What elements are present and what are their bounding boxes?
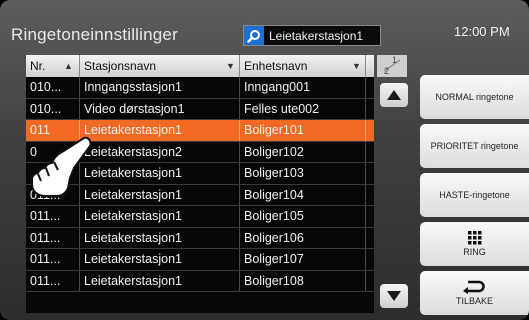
sort-desc-icon: ▼ xyxy=(226,61,235,71)
table-row[interactable]: 010... Video dørstasjon1 Felles ute002 xyxy=(26,98,374,120)
search-field[interactable]: Leietakerstasjon1 xyxy=(243,25,381,46)
clock: 12:00 PM xyxy=(454,24,510,39)
table-row[interactable]: 010... Inngangsstasjon1 Inngang001 xyxy=(26,77,374,99)
normal-ringtone-button[interactable]: NORMAL ringetone xyxy=(420,75,529,119)
scroll-up-button[interactable] xyxy=(380,83,408,107)
column-header-station[interactable]: Stasjonsnavn ▼ xyxy=(80,55,240,77)
column-header-unit[interactable]: Enhetsnavn ▼ xyxy=(240,55,366,77)
page-title: Ringetoneinnstillinger xyxy=(11,25,178,44)
sort-asc-icon: ▲ xyxy=(64,61,73,71)
search-value: Leietakerstasjon1 xyxy=(269,28,364,43)
sort-desc-icon: ▼ xyxy=(352,61,361,71)
magnifier-icon[interactable] xyxy=(244,26,264,45)
urgent-ringtone-button[interactable]: HASTE-ringetone xyxy=(420,173,529,217)
device-screen: Ringetoneinnstillinger Leietakerstasjon1… xyxy=(0,0,529,320)
pointing-hand-icon xyxy=(31,136,92,197)
scroll-down-button[interactable] xyxy=(380,284,408,308)
ring-button[interactable]: RING xyxy=(420,222,529,266)
keypad-icon xyxy=(467,231,481,245)
arrow-down-icon xyxy=(387,291,401,301)
arrow-up-icon xyxy=(387,90,401,100)
table-row[interactable]: 011... Leietakerstasjon1 Boliger105 xyxy=(26,206,374,228)
table-row[interactable]: 011... Leietakerstasjon1 Boliger108 xyxy=(26,270,374,292)
table-row[interactable]: 011... Leietakerstasjon1 Boliger107 xyxy=(26,249,374,271)
page-total: 2 xyxy=(384,66,390,76)
page-current: 1 xyxy=(392,55,398,65)
column-header-nr[interactable]: Nr. ▲ xyxy=(26,55,80,77)
priority-ringtone-button[interactable]: PRIORITET ringetone xyxy=(420,124,529,168)
table-row[interactable]: 011... Leietakerstasjon1 Boliger106 xyxy=(26,227,374,249)
return-arrow-icon xyxy=(463,280,486,294)
table-header: Nr. ▲ Stasjonsnavn ▼ Enhetsnavn ▼ xyxy=(26,55,374,77)
back-button[interactable]: TILBAKE xyxy=(420,271,529,315)
page-indicator: 1 2 xyxy=(377,55,407,77)
